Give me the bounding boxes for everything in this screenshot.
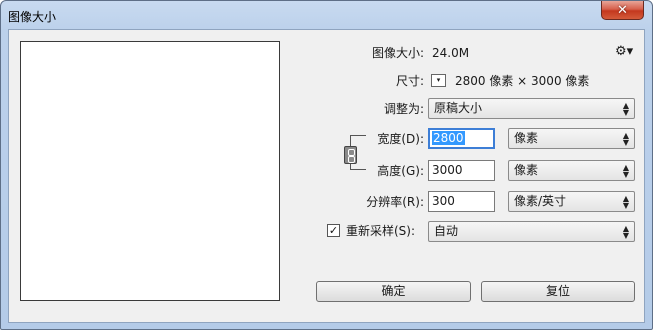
reset-button[interactable]: 复位 (481, 281, 635, 302)
height-value: 3000 (432, 163, 463, 177)
dialog-title: 图像大小 (8, 10, 57, 24)
height-unit-select[interactable]: 像素 ▲ ▼ (508, 160, 635, 181)
image-size-label: 图像大小: (371, 46, 424, 60)
width-unit-select[interactable]: 像素 ▲ ▼ (508, 128, 635, 149)
resample-select[interactable]: 自动 ▲ ▼ (428, 221, 635, 242)
resolution-unit-select[interactable]: 像素/英寸 ▲ ▼ (508, 191, 635, 212)
dimensions-value: 2800 像素 × 3000 像素 (455, 74, 590, 88)
resample-label: 重新采样(S): (346, 224, 416, 238)
fit-to-value: 原稿大小 (434, 101, 483, 115)
width-input[interactable]: 2800 (428, 128, 495, 149)
title-bar[interactable]: 图像大小 ✕ (1, 1, 652, 29)
updown-arrows-icon: ▲ ▼ (622, 194, 629, 210)
height-input[interactable]: 3000 (428, 160, 495, 181)
resolution-value: 300 (432, 194, 455, 208)
width-value: 2800 (432, 131, 465, 145)
image-size-dialog: 图像大小 ✕ 图像大小: 24.0M ⚙▾ 尺寸: ▾ 2800 像素 × 30… (0, 0, 653, 330)
updown-arrows-icon: ▲ ▼ (622, 131, 629, 147)
resolution-input[interactable]: 300 (428, 191, 495, 212)
updown-arrows-icon: ▲ ▼ (622, 101, 629, 117)
dimensions-label: 尺寸: (395, 74, 424, 88)
close-button[interactable]: ✕ (601, 1, 644, 20)
fit-to-select[interactable]: 原稿大小 ▲ ▼ (428, 98, 635, 119)
checkmark-icon: ✓ (328, 224, 339, 237)
height-unit-value: 像素 (514, 163, 539, 177)
width-unit-value: 像素 (514, 131, 539, 145)
resolution-label: 分辨率(R): (366, 195, 424, 209)
image-preview[interactable] (20, 41, 280, 301)
updown-arrows-icon: ▲ ▼ (622, 163, 629, 179)
resolution-unit-value: 像素/英寸 (514, 194, 567, 208)
ok-button[interactable]: 确定 (316, 281, 471, 302)
resample-checkbox[interactable]: ✓ (327, 224, 340, 237)
updown-arrows-icon: ▲ ▼ (622, 224, 629, 240)
dimensions-unit-dropdown[interactable]: ▾ (431, 74, 446, 87)
gear-icon[interactable]: ⚙▾ (615, 45, 633, 59)
resample-value: 自动 (434, 224, 459, 238)
dialog-content: 图像大小: 24.0M ⚙▾ 尺寸: ▾ 2800 像素 × 3000 像素 调… (8, 29, 645, 323)
close-icon: ✕ (617, 2, 628, 18)
chain-link-icon[interactable] (344, 146, 357, 164)
fit-to-label: 调整为: (383, 102, 424, 116)
height-label: 高度(G): (377, 164, 424, 178)
image-size-value: 24.0M (432, 46, 470, 60)
width-label: 宽度(D): (377, 132, 424, 146)
chevron-down-icon: ▾ (436, 76, 441, 84)
